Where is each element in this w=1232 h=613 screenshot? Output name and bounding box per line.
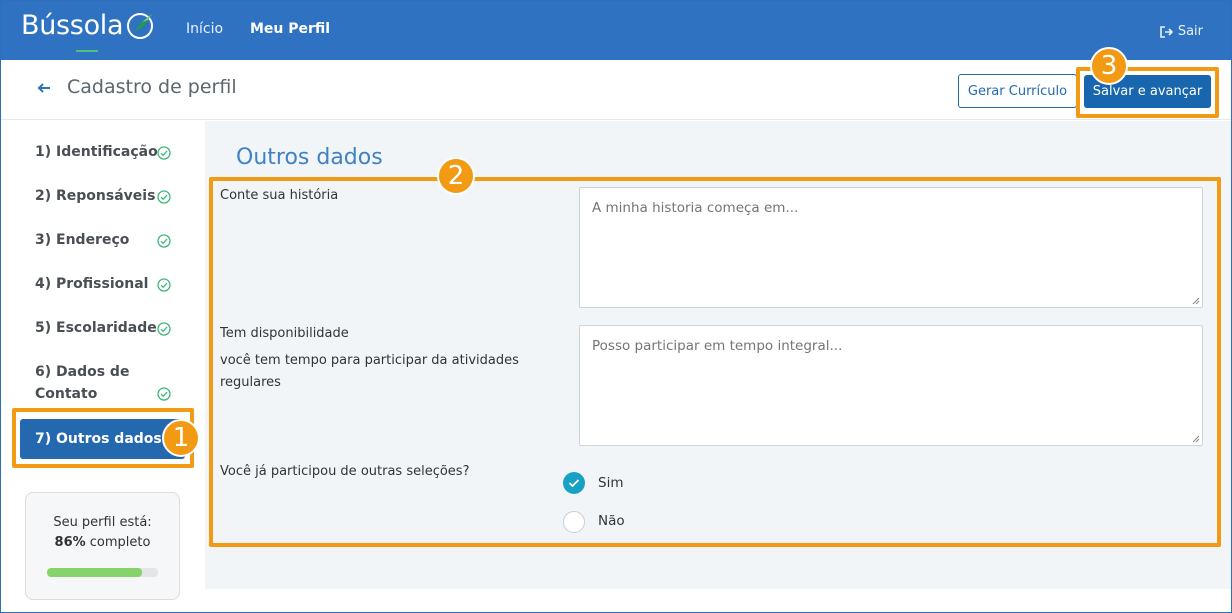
- step-escolaridade[interactable]: 5) Escolaridade: [35, 320, 157, 336]
- nav-link-meu-perfil[interactable]: Meu Perfil: [250, 21, 330, 37]
- step-responsaveis[interactable]: 2) Reponsáveis: [35, 188, 155, 204]
- step-profissional[interactable]: 4) Profissional: [35, 276, 148, 292]
- step-identificacao[interactable]: 1) Identificação: [35, 144, 158, 160]
- step-dados-contato-line2[interactable]: Contato: [35, 386, 97, 402]
- section-title: Outros dados: [236, 145, 383, 170]
- check-circle-icon: [157, 387, 171, 401]
- logo-accent: [76, 50, 98, 52]
- progress-bar: [47, 568, 158, 577]
- profile-progress-card: Seu perfil está: 86% completo: [25, 492, 180, 600]
- sign-out-icon: [1160, 25, 1173, 38]
- top-navbar: Bússola Início Meu Perfil Sair: [0, 0, 1232, 60]
- progress-bar-fill: [47, 568, 143, 577]
- check-circle-icon: [157, 322, 171, 336]
- check-circle-icon: [157, 234, 171, 248]
- app-logo[interactable]: Bússola: [21, 10, 124, 41]
- logout-link[interactable]: Sair: [1160, 24, 1203, 39]
- page-header: Cadastro de perfil Gerar Currículo Salva…: [0, 60, 1232, 120]
- check-circle-icon: [157, 146, 171, 160]
- step-endereco[interactable]: 3) Endereço: [35, 232, 129, 248]
- annotation-badge-2: 2: [437, 157, 475, 195]
- gerar-curriculo-button[interactable]: Gerar Currículo: [958, 74, 1077, 108]
- compass-icon: [127, 13, 153, 39]
- back-arrow-icon[interactable]: [36, 80, 52, 96]
- annotation-badge-3: 3: [1090, 47, 1128, 85]
- annotation-badge-1: 1: [162, 419, 200, 457]
- steps-sidebar: 1) Identificação 2) Reponsáveis 3) Ender…: [0, 121, 205, 613]
- progress-percent: 86%: [54, 535, 86, 550]
- step-dados-contato-line1[interactable]: 6) Dados de: [35, 364, 129, 380]
- progress-caption: Seu perfil está:: [53, 515, 152, 530]
- logout-label: Sair: [1177, 24, 1203, 39]
- progress-text: 86% completo: [26, 535, 179, 550]
- page-title: Cadastro de perfil: [67, 76, 237, 98]
- check-circle-icon: [157, 278, 171, 292]
- annotation-highlight-2: [209, 177, 1221, 547]
- progress-suffix: completo: [85, 535, 151, 550]
- nav-link-inicio[interactable]: Início: [186, 21, 223, 37]
- check-circle-icon: [157, 190, 171, 204]
